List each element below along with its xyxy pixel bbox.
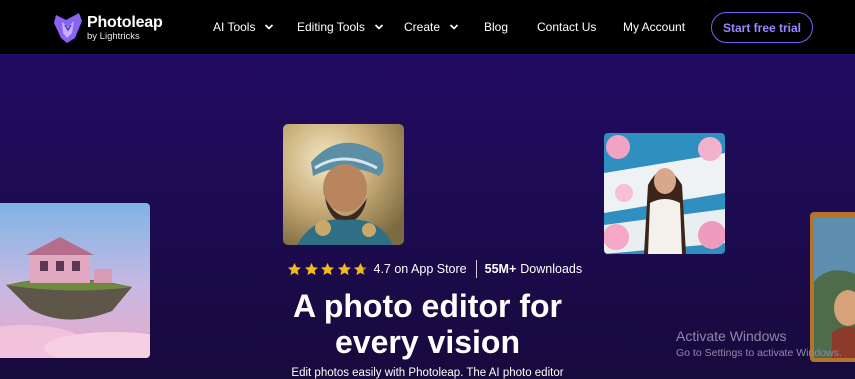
star-icon bbox=[321, 262, 334, 275]
woman-flower-collage-image bbox=[604, 133, 725, 254]
hero-subheading: Edit photos easily with Photoleap. The A… bbox=[291, 367, 564, 379]
rating-text: 4.7 on App Store bbox=[373, 262, 467, 276]
photoleap-logo-icon bbox=[54, 13, 82, 43]
headline-line-1: A photo editor for bbox=[293, 288, 562, 324]
half-star-icon bbox=[354, 262, 367, 275]
nav-ai-tools[interactable]: AI Tools bbox=[213, 0, 274, 54]
nav-item-label: AI Tools bbox=[213, 20, 256, 34]
nav-item-label: Blog bbox=[484, 20, 509, 34]
downloads-count: 55M+ bbox=[484, 262, 517, 276]
star-icon bbox=[337, 262, 351, 275]
nav-editing-tools[interactable]: Editing Tools bbox=[297, 0, 384, 54]
nav-blog[interactable]: Blog bbox=[484, 0, 508, 54]
start-free-trial-button[interactable]: Start free trial bbox=[711, 12, 813, 43]
windows-activation-watermark: Activate Windows Go to Settings to activ… bbox=[676, 328, 842, 360]
nav-my-account[interactable]: My Account bbox=[623, 0, 685, 54]
watermark-subtitle: Go to Settings to activate Windows. bbox=[676, 347, 842, 359]
nav-create[interactable]: Create bbox=[404, 0, 459, 54]
brand-logo[interactable]: Photoleap by Lightricks bbox=[52, 11, 163, 45]
downloads-label: Downloads bbox=[520, 262, 583, 276]
star-icon bbox=[288, 262, 301, 275]
headline-line-2: every vision bbox=[335, 324, 520, 360]
chevron-down-icon bbox=[265, 24, 274, 30]
nav-item-label: Contact Us bbox=[537, 20, 597, 34]
nav-contact-us[interactable]: Contact Us bbox=[537, 0, 596, 54]
star-icon bbox=[304, 262, 318, 275]
divider bbox=[475, 260, 477, 278]
warrior-portrait-image bbox=[283, 124, 404, 245]
brand-name: Photoleap bbox=[87, 13, 163, 31]
floating-house-image bbox=[0, 203, 150, 358]
nav-item-label: Editing Tools bbox=[297, 20, 365, 34]
top-navigation: Photoleap by Lightricks AI Tools Editing… bbox=[0, 0, 855, 54]
chevron-down-icon bbox=[449, 24, 459, 30]
brand-subtitle: by Lightricks bbox=[87, 30, 140, 42]
hero-headline: A photo editor for every vision bbox=[200, 288, 655, 360]
nav-item-label: My Account bbox=[623, 20, 686, 34]
chevron-down-icon bbox=[374, 24, 383, 30]
app-store-rating: 4.7 on App Store 55M+ Downloads bbox=[287, 260, 582, 278]
watermark-title: Activate Windows bbox=[676, 328, 787, 344]
nav-item-label: Create bbox=[404, 20, 441, 34]
